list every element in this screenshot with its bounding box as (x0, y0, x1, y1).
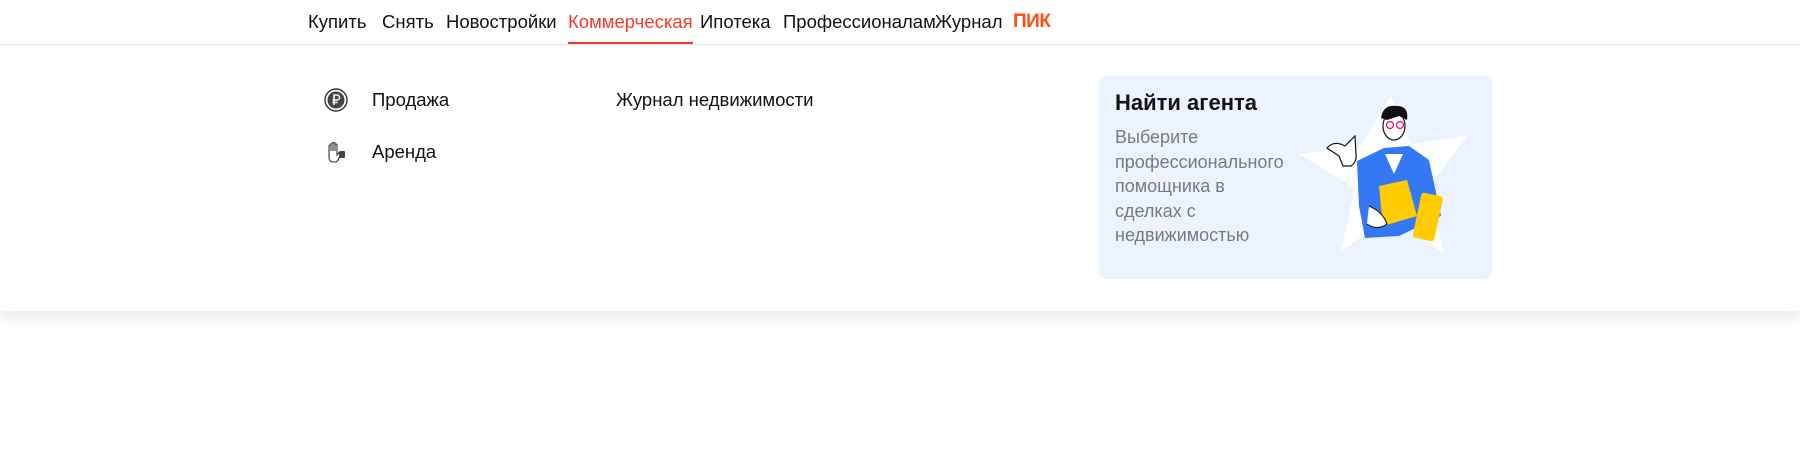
nav-mortgage[interactable]: Ипотека (700, 0, 771, 44)
nav-commercial[interactable]: Коммерческая (568, 0, 693, 44)
hand-key-icon (328, 141, 345, 163)
commercial-dropdown-panel: Продажа Аренда Журнал недвижимости (0, 45, 1800, 311)
top-navigation: Купить Снять Новостройки Коммерческая Ип… (0, 0, 1800, 45)
nav-new-buildings[interactable]: Новостройки (446, 0, 557, 44)
ruble-coin-icon (324, 88, 348, 112)
menu-item-rent[interactable]: Аренда (324, 140, 436, 164)
nav-professionals[interactable]: Профессионалам (783, 0, 936, 44)
journal-link[interactable]: Журнал недвижимости (616, 88, 813, 112)
menu-item-rent-label: Аренда (372, 141, 437, 162)
menu-item-sale[interactable]: Продажа (324, 88, 449, 112)
nav-buy[interactable]: Купить (308, 0, 367, 44)
find-agent-description: Выберите профессионального помощника в с… (1115, 127, 1284, 245)
find-agent-card[interactable]: Найти агента Выберите профессионального … (1099, 76, 1492, 279)
menu-item-sale-label: Продажа (372, 89, 450, 110)
nav-journal[interactable]: Журнал (935, 0, 1003, 44)
nav-rent[interactable]: Снять (382, 0, 434, 44)
find-agent-title: Найти агента (1115, 90, 1257, 115)
nav-pik-logo[interactable]: ПИК (1013, 0, 1051, 44)
agent-illustration (1299, 96, 1467, 254)
